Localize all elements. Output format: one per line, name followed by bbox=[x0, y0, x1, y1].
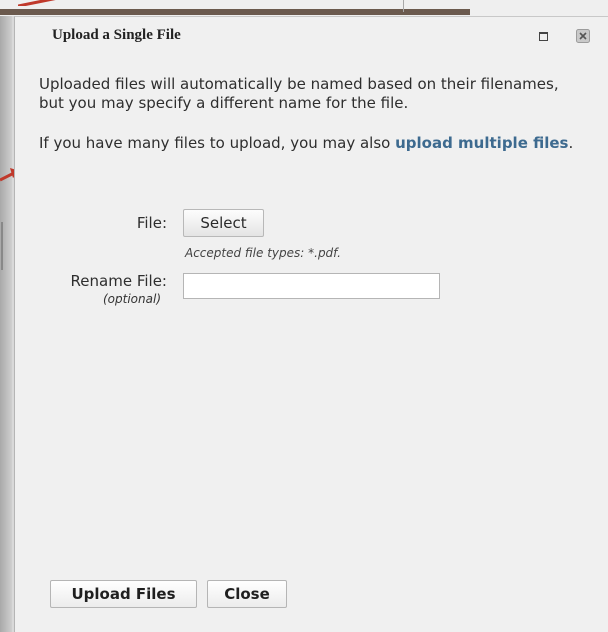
maximize-icon[interactable] bbox=[537, 30, 549, 42]
background-left-panel bbox=[0, 16, 12, 632]
upload-single-file-dialog: Upload a Single File Uploaded files will… bbox=[14, 16, 608, 632]
background-left-mark bbox=[1, 222, 11, 270]
multi-upload-prefix: If you have many files to upload, you ma… bbox=[39, 134, 396, 152]
select-file-button[interactable]: Select bbox=[183, 209, 264, 237]
pointer-arrow-top bbox=[18, 0, 56, 6]
rename-optional-label: (optional) bbox=[103, 292, 161, 306]
file-label: File: bbox=[136, 214, 167, 232]
dialog-title: Upload a Single File bbox=[52, 27, 181, 43]
multi-upload-paragraph: If you have many files to upload, you ma… bbox=[39, 134, 579, 153]
multi-upload-suffix: . bbox=[568, 134, 574, 152]
intro-paragraph: Uploaded files will automatically be nam… bbox=[39, 75, 559, 112]
upload-multiple-files-link[interactable]: upload multiple files bbox=[395, 134, 568, 152]
background-divider bbox=[403, 0, 404, 12]
background-header-strip bbox=[0, 9, 470, 15]
rename-file-input[interactable] bbox=[183, 273, 440, 299]
close-button[interactable]: Close bbox=[207, 580, 287, 608]
dialog-titlebar[interactable]: Upload a Single File bbox=[15, 17, 608, 53]
rename-file-label: Rename File: bbox=[70, 272, 167, 290]
accepted-file-types-hint: Accepted file types: *.pdf. bbox=[185, 246, 341, 260]
close-icon[interactable] bbox=[576, 29, 590, 43]
upload-files-button[interactable]: Upload Files bbox=[50, 580, 197, 608]
